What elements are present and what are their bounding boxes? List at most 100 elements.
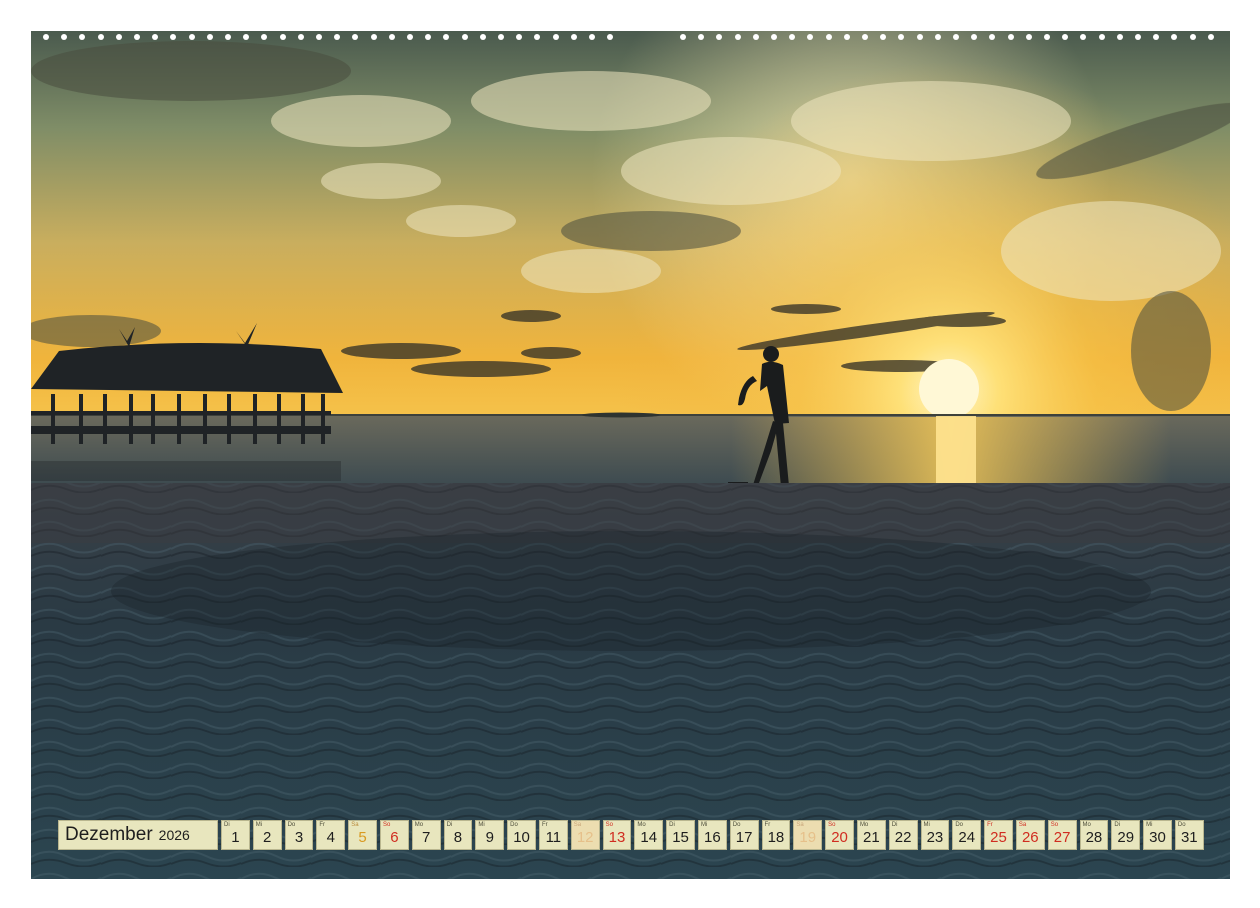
calendar-day-cell: Fr 4 (316, 820, 346, 850)
weekday-abbrev: Mo (1082, 822, 1091, 828)
day-number: 19 (799, 829, 817, 846)
binding-hole (916, 34, 923, 40)
day-number: 8 (453, 829, 463, 846)
weekday-abbrev: Sa (1018, 822, 1027, 828)
day-number: 2 (263, 829, 272, 846)
binding-hole (771, 34, 777, 40)
month-name: Dezember (65, 824, 153, 845)
calendar-day-cell: Di 22 (888, 820, 918, 850)
weekday-abbrev: Sa (351, 822, 359, 828)
calendar-day-cell: Di 29 (1111, 820, 1141, 850)
weekday-abbrev: Sa (573, 822, 582, 828)
weekday-abbrev: Do (510, 822, 518, 828)
binding-hole (680, 34, 686, 40)
binding-hole (479, 34, 486, 40)
binding-hole (989, 34, 996, 40)
binding-hole (134, 34, 140, 40)
binding-hole (297, 34, 304, 40)
weekday-abbrev: So (605, 822, 613, 828)
calendar-day-cell: Di 8 (443, 820, 473, 850)
binding-hole (570, 34, 577, 40)
binding-hole (807, 34, 814, 40)
binding-hole (170, 34, 177, 40)
day-number: 9 (485, 829, 494, 846)
binding-hole (1116, 34, 1123, 40)
binding-hole (734, 34, 741, 40)
calendar-day-cell: Do 31 (1174, 820, 1204, 850)
weekday-abbrev: Do (955, 822, 963, 828)
day-number: 11 (545, 829, 562, 846)
binding-hole (1007, 34, 1014, 40)
binding-hole (152, 34, 159, 40)
binding-hole (188, 34, 195, 40)
weekday-abbrev: Di (891, 822, 898, 828)
binding-hole (752, 34, 759, 40)
binding-hole (279, 34, 286, 40)
calendar-day-cell: Mi 30 (1143, 820, 1172, 850)
calendar-day-cell: Sa 19 (793, 820, 823, 850)
binding-hole (1080, 34, 1087, 40)
binding-hole (1025, 34, 1032, 40)
day-number: 21 (862, 829, 880, 846)
weekday-abbrev: So (828, 822, 836, 828)
day-number: 20 (831, 829, 848, 846)
weekday-abbrev: Do (287, 822, 296, 828)
weekday-abbrev: Mi (923, 822, 930, 828)
weekday-abbrev: Do (732, 822, 741, 828)
binding-hole (1044, 34, 1050, 40)
weekday-abbrev: Do (1177, 822, 1186, 828)
calendar-day-cell: Di 1 (221, 820, 250, 850)
sunset-beach-photo (31, 31, 1230, 879)
weekday-abbrev: Di (1114, 822, 1120, 828)
binding-hole (443, 34, 450, 40)
weekday-abbrev: Fr (319, 822, 326, 828)
calendar-day-cell: Di 15 (666, 820, 695, 850)
binding-hole (498, 34, 504, 40)
binding-hole (407, 34, 413, 40)
binding-hole (953, 34, 959, 40)
wall-hanger-notch (611, 0, 649, 16)
day-number: 13 (608, 829, 626, 846)
weekday-abbrev: Fr (541, 822, 548, 828)
binding-hole (1098, 34, 1105, 40)
calendar-day-cell: Sa 12 (570, 820, 600, 850)
calendar-day-cell: Mi 23 (920, 820, 950, 850)
calendar-day-cell: Mo 28 (1079, 820, 1109, 850)
binding-hole (1171, 34, 1178, 40)
calendar-day-cell: Fr 11 (538, 820, 568, 850)
binding-hole (1135, 34, 1141, 40)
binding-hole (115, 34, 122, 40)
binding-hole (1207, 34, 1214, 40)
photo-artwork (31, 31, 1230, 879)
binding-hole (716, 34, 723, 40)
calendar-day-cell: Mi 2 (252, 820, 282, 850)
weekday-abbrev: Di (669, 822, 675, 828)
binding-hole (898, 34, 905, 40)
binding-hole (971, 34, 978, 40)
day-number: 4 (326, 829, 335, 846)
weekday-abbrev: Mi (700, 822, 708, 828)
binding-hole (425, 34, 432, 40)
day-number: 14 (640, 829, 658, 846)
day-number: 3 (294, 829, 304, 846)
weekday-abbrev: Mo (414, 822, 424, 828)
binding-hole (370, 34, 377, 40)
calendar-day-cell: Mo 14 (634, 820, 664, 850)
calendar-page: Dezember 2026 Di 1 Mi 2 Do 3 Fr 4 Sa 5 So 6 Mo 7 Di 8 Mi… (0, 0, 1260, 908)
weekday-abbrev: Mo (859, 822, 869, 828)
binding-hole (1062, 34, 1069, 40)
binding-hole (789, 34, 796, 40)
weekday-abbrev: Di (224, 822, 230, 828)
binding-hole (534, 34, 541, 40)
binding-hole (261, 34, 268, 40)
day-number: 10 (513, 829, 530, 846)
calendar-day-cell: Do 10 (507, 820, 536, 850)
binding-hole (552, 34, 559, 40)
binding-hole (388, 34, 395, 40)
day-number: 27 (1053, 829, 1071, 846)
binding-hole (225, 34, 231, 40)
month-label: Dezember 2026 (58, 820, 218, 850)
day-number: 18 (767, 829, 785, 846)
calendar-day-cell: Mo 21 (856, 820, 886, 850)
binding-hole (589, 34, 595, 40)
